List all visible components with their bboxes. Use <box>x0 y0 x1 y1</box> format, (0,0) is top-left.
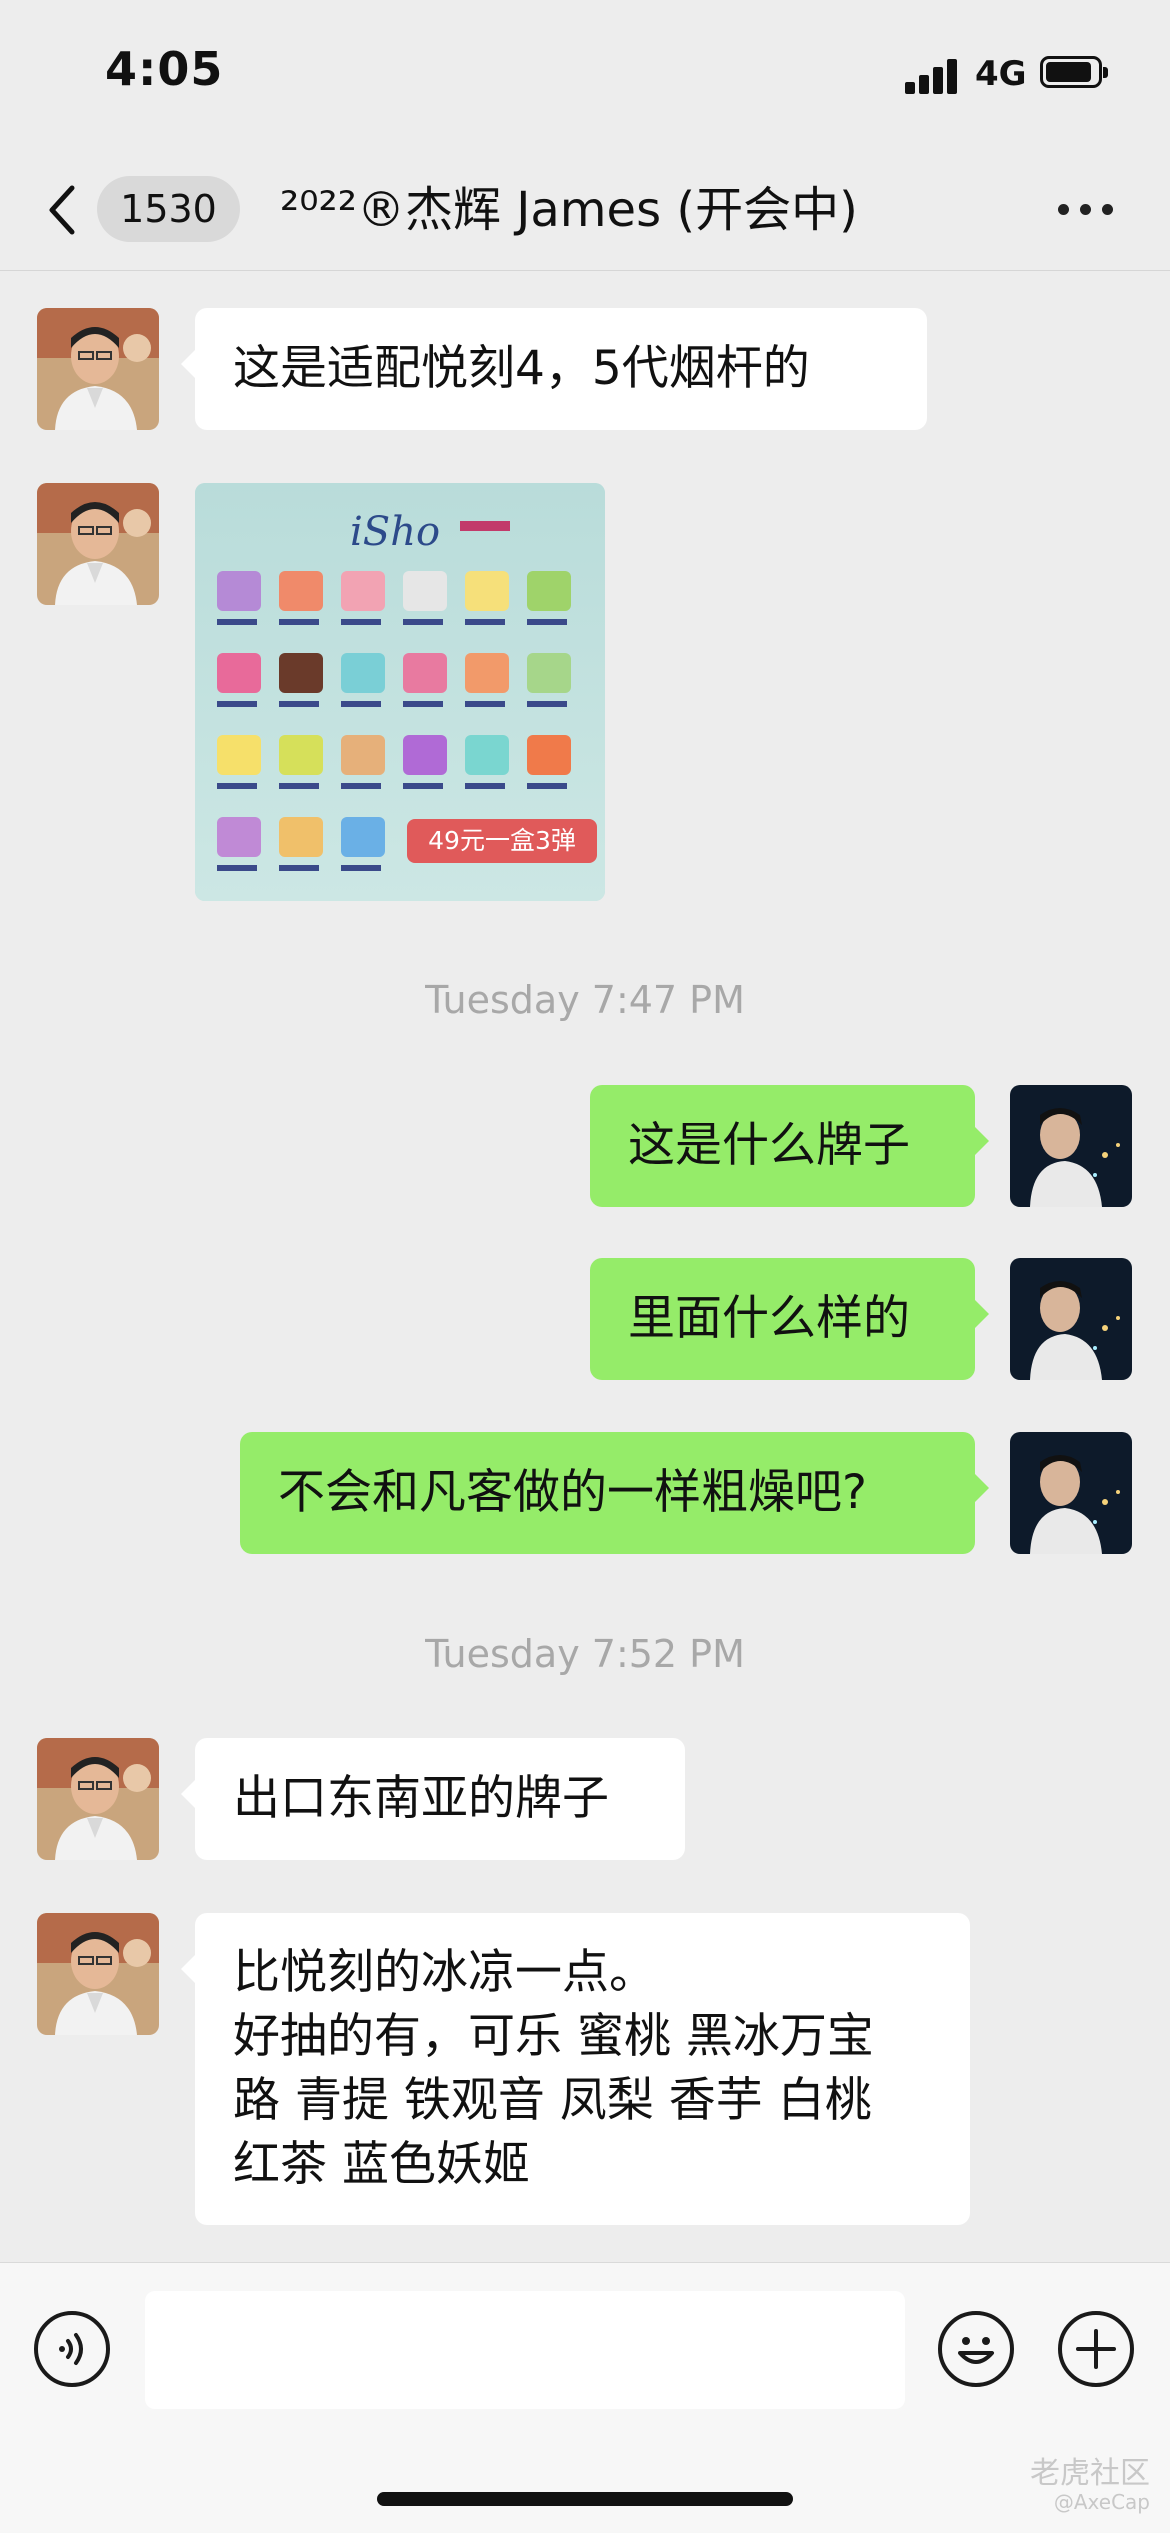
product-label-bar <box>279 701 319 707</box>
price-tag-text: 49元一盒3弹 <box>428 826 576 855</box>
product-box <box>279 817 323 857</box>
product-label-bar <box>527 701 567 707</box>
incoming-message[interactable]: 这是适配悦刻4，5代烟杆的 <box>181 308 927 430</box>
product-box <box>217 571 261 611</box>
product-box <box>403 735 447 775</box>
status-bar: 4:05 4G <box>0 0 1170 150</box>
outgoing-message[interactable]: 这是什么牌子 <box>590 1085 989 1207</box>
watermark-name: 老虎社区 <box>1030 2456 1150 2491</box>
product-label-bar <box>217 783 257 789</box>
product-box <box>341 571 385 611</box>
product-box <box>465 735 509 775</box>
product-box <box>217 735 261 775</box>
product-box <box>217 817 261 857</box>
product-label-bar <box>527 783 567 789</box>
watermark-handle: @AxeCap <box>1053 2490 1150 2514</box>
my-avatar[interactable] <box>1010 1085 1132 1207</box>
battery-icon <box>1040 56 1108 88</box>
product-label-bar <box>217 619 257 625</box>
product-image-message[interactable]: iSho 49元一盒3弹 <box>195 483 605 901</box>
product-box <box>341 817 385 857</box>
my-avatar[interactable] <box>1010 1258 1132 1380</box>
product-box <box>465 653 509 693</box>
incoming-message[interactable]: 比悦刻的冰凉一点。 好抽的有，可乐 蜜桃 黑冰万宝 路 青提 铁观音 凤梨 香芋… <box>181 1913 970 2225</box>
product-label-bar <box>527 619 567 625</box>
product-label-bar <box>403 783 443 789</box>
contact-avatar[interactable] <box>37 483 159 605</box>
network-label: 4G <box>975 54 1027 94</box>
product-label-bar <box>403 701 443 707</box>
product-label-bar <box>279 865 319 871</box>
product-box <box>341 735 385 775</box>
product-box <box>403 653 447 693</box>
incoming-message[interactable]: 出口东南亚的牌子 <box>181 1738 685 1860</box>
unread-count-badge[interactable]: 1530 <box>97 176 240 242</box>
signal-icon <box>905 58 965 94</box>
product-box <box>279 735 323 775</box>
chat-header: 1530 ²⁰²²®杰辉 James (开会中) <box>0 150 1170 271</box>
contact-avatar[interactable] <box>37 1913 159 2035</box>
product-label-bar <box>465 783 505 789</box>
product-label-bar <box>465 701 505 707</box>
product-label-bar <box>279 783 319 789</box>
home-indicator <box>377 2492 793 2506</box>
product-label-bar <box>217 865 257 871</box>
plus-icon[interactable] <box>1058 2311 1134 2387</box>
contact-avatar[interactable] <box>37 308 159 430</box>
outgoing-message[interactable]: 不会和凡客做的一样粗燥吧? <box>240 1432 989 1554</box>
message-input[interactable] <box>145 2291 905 2409</box>
timestamp: Tuesday 7:52 PM <box>425 1632 745 1676</box>
product-box <box>527 571 571 611</box>
product-label-bar <box>217 701 257 707</box>
chat-title: ²⁰²²®杰辉 James (开会中) <box>280 182 858 238</box>
voice-icon[interactable] <box>34 2311 110 2387</box>
image-brand-text: iSho <box>350 509 440 555</box>
product-label-bar <box>341 783 381 789</box>
product-label-bar <box>341 865 381 871</box>
product-box <box>527 653 571 693</box>
product-box <box>341 653 385 693</box>
my-avatar[interactable] <box>1010 1432 1132 1554</box>
product-label-bar <box>279 619 319 625</box>
product-box <box>279 571 323 611</box>
more-dots-icon[interactable] <box>1050 190 1120 230</box>
status-time: 4:05 <box>105 42 224 96</box>
product-box <box>217 653 261 693</box>
product-label-bar <box>341 701 381 707</box>
product-label-bar <box>341 619 381 625</box>
chevron-left-icon[interactable] <box>40 180 90 240</box>
product-box <box>403 571 447 611</box>
product-label-bar <box>465 619 505 625</box>
contact-avatar[interactable] <box>37 1738 159 1860</box>
outgoing-message[interactable]: 里面什么样的 <box>590 1258 989 1380</box>
product-label-bar <box>403 619 443 625</box>
product-box <box>465 571 509 611</box>
timestamp: Tuesday 7:47 PM <box>425 978 745 1022</box>
product-box <box>527 735 571 775</box>
emoji-icon[interactable] <box>938 2311 1014 2387</box>
product-box <box>279 653 323 693</box>
